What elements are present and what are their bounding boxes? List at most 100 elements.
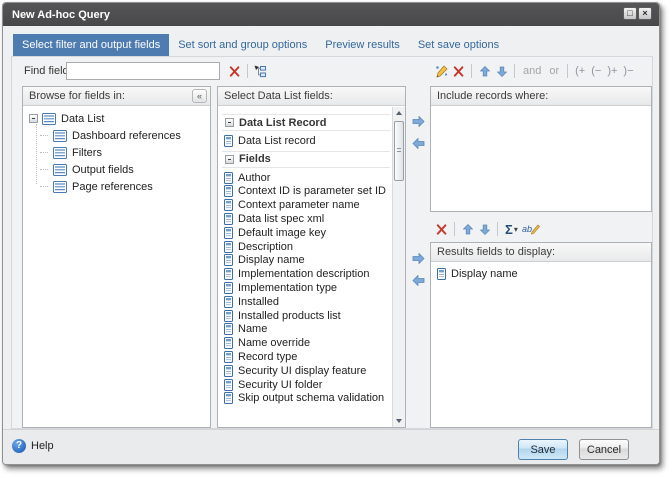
list-icon: [53, 164, 67, 176]
field-list-item[interactable]: Implementation description: [222, 267, 390, 281]
scroll-down-button[interactable]: [393, 415, 405, 427]
field-list-item[interactable]: Installed: [222, 295, 390, 309]
field-list-item[interactable]: Description: [222, 240, 390, 254]
field-list-item[interactable]: Fields: [222, 151, 390, 168]
footer-bar: ? Help Save Cancel: [3, 429, 659, 464]
collapse-node-icon[interactable]: [29, 114, 38, 123]
field-list-item[interactable]: Display name: [222, 254, 390, 268]
collapse-group-icon[interactable]: [225, 118, 234, 127]
browse-panel-title: Browse for fields in:: [29, 90, 125, 102]
tree-item-label: Output fields: [67, 164, 134, 176]
add-open-paren-button[interactable]: (+: [572, 65, 588, 77]
field-icon: [224, 172, 233, 184]
field-list-item[interactable]: Author: [222, 171, 390, 185]
rename-field-button[interactable]: [521, 221, 541, 238]
toolbar-separator: [497, 222, 498, 236]
and-operator-button[interactable]: and: [519, 65, 545, 77]
field-icon: [224, 135, 233, 147]
tree-locate-icon: [254, 65, 267, 78]
tree-item[interactable]: Output fields: [27, 161, 208, 178]
field-list-item[interactable]: Default image key: [222, 226, 390, 240]
tree-item[interactable]: Filters: [27, 144, 208, 161]
add-to-results-button[interactable]: [411, 252, 426, 265]
field-icon: [224, 310, 233, 322]
field-list-item[interactable]: Name: [222, 323, 390, 337]
edit-condition-button[interactable]: [433, 63, 450, 80]
move-result-down-button[interactable]: [476, 221, 493, 238]
remove-close-paren-button[interactable]: )−: [620, 65, 636, 77]
cancel-button[interactable]: Cancel: [579, 439, 629, 460]
find-field-input[interactable]: [66, 62, 220, 80]
select-fields-header: Select Data List fields:: [218, 87, 405, 106]
field-list-item[interactable]: Installed products list: [222, 309, 390, 323]
add-to-filter-button[interactable]: [411, 115, 426, 128]
close-icon: ×: [642, 8, 647, 18]
result-list-item[interactable]: Display name: [435, 267, 649, 281]
field-icon: [224, 185, 233, 197]
arrow-up-icon: [480, 66, 490, 77]
scroll-up-button[interactable]: [393, 107, 405, 119]
results-panel-header: Results fields to display:: [431, 243, 651, 262]
scrollbar-thumb[interactable]: [394, 121, 404, 181]
tree-item-label: Dashboard references: [67, 130, 181, 142]
field-icon: [224, 379, 233, 391]
field-label: Context ID is parameter set ID: [233, 185, 386, 197]
tab[interactable]: Select filter and output fields: [13, 34, 169, 56]
field-label: Display name: [446, 268, 518, 280]
fields-tree: Data List Dashboard references: [23, 107, 210, 195]
save-button[interactable]: Save: [518, 439, 568, 460]
move-result-up-button[interactable]: [459, 221, 476, 238]
field-list-item[interactable]: Data list spec xml: [222, 212, 390, 226]
help-label: Help: [31, 440, 54, 452]
add-close-paren-button[interactable]: )+: [604, 65, 620, 77]
move-condition-down-button[interactable]: [493, 63, 510, 80]
collapse-group-icon[interactable]: [225, 155, 234, 164]
remove-from-filter-button[interactable]: [411, 137, 426, 150]
field-list-item[interactable]: Data List record: [222, 134, 390, 148]
field-list-item[interactable]: Context parameter name: [222, 198, 390, 212]
field-list-item[interactable]: Security UI display feature: [222, 364, 390, 378]
or-operator-button[interactable]: or: [545, 65, 563, 77]
tree-item[interactable]: Page references: [27, 178, 208, 195]
field-label: Implementation description: [233, 268, 369, 280]
aggregate-button[interactable]: Σ ▾: [502, 222, 521, 237]
remove-open-paren-button[interactable]: (−: [588, 65, 604, 77]
close-window-button[interactable]: ×: [638, 7, 652, 20]
field-list-item[interactable]: Data List Record: [222, 114, 390, 131]
field-icon: [224, 268, 233, 280]
collapse-panel-button[interactable]: «: [192, 89, 207, 103]
field-icon: [224, 392, 233, 404]
select-fields-title: Select Data List fields:: [224, 90, 333, 102]
toolbar-separator: [471, 64, 472, 78]
tab[interactable]: Set sort and group options: [169, 34, 316, 56]
field-list-item[interactable]: Record type: [222, 350, 390, 364]
tree-item[interactable]: Dashboard references: [27, 127, 208, 144]
field-list-item[interactable]: Context ID is parameter set ID: [222, 185, 390, 199]
arrow-right-icon: [412, 116, 425, 127]
locate-in-tree-button[interactable]: [252, 63, 269, 80]
field-label: Data List record: [233, 135, 316, 147]
filter-conditions-body[interactable]: [431, 107, 651, 211]
tab[interactable]: Set save options: [409, 34, 508, 56]
list-icon: [53, 130, 67, 142]
help-link[interactable]: ? Help: [12, 439, 54, 453]
restore-window-button[interactable]: □: [623, 7, 637, 20]
move-condition-up-button[interactable]: [476, 63, 493, 80]
field-list-item[interactable]: Security UI folder: [222, 378, 390, 392]
delete-result-field-button[interactable]: [433, 221, 450, 238]
field-list-item[interactable]: Implementation type: [222, 281, 390, 295]
field-label: Display name: [233, 254, 305, 266]
field-list-item[interactable]: Name override: [222, 336, 390, 350]
delete-condition-button[interactable]: [450, 63, 467, 80]
results-fields-panel: Results fields to display: Display name: [430, 242, 652, 428]
list-icon: [42, 113, 56, 125]
tab[interactable]: Preview results: [316, 34, 409, 56]
clear-find-button[interactable]: [226, 63, 243, 80]
vertical-scrollbar[interactable]: [392, 107, 405, 427]
arrow-left-icon: [412, 275, 425, 286]
field-list-item[interactable]: Skip output schema validation: [222, 392, 390, 406]
remove-from-results-button[interactable]: [411, 274, 426, 287]
tab-page: Find field: Browse for fields in: « Data…: [11, 56, 653, 429]
tree-item-root[interactable]: Data List: [27, 110, 208, 127]
list-icon: [53, 147, 67, 159]
